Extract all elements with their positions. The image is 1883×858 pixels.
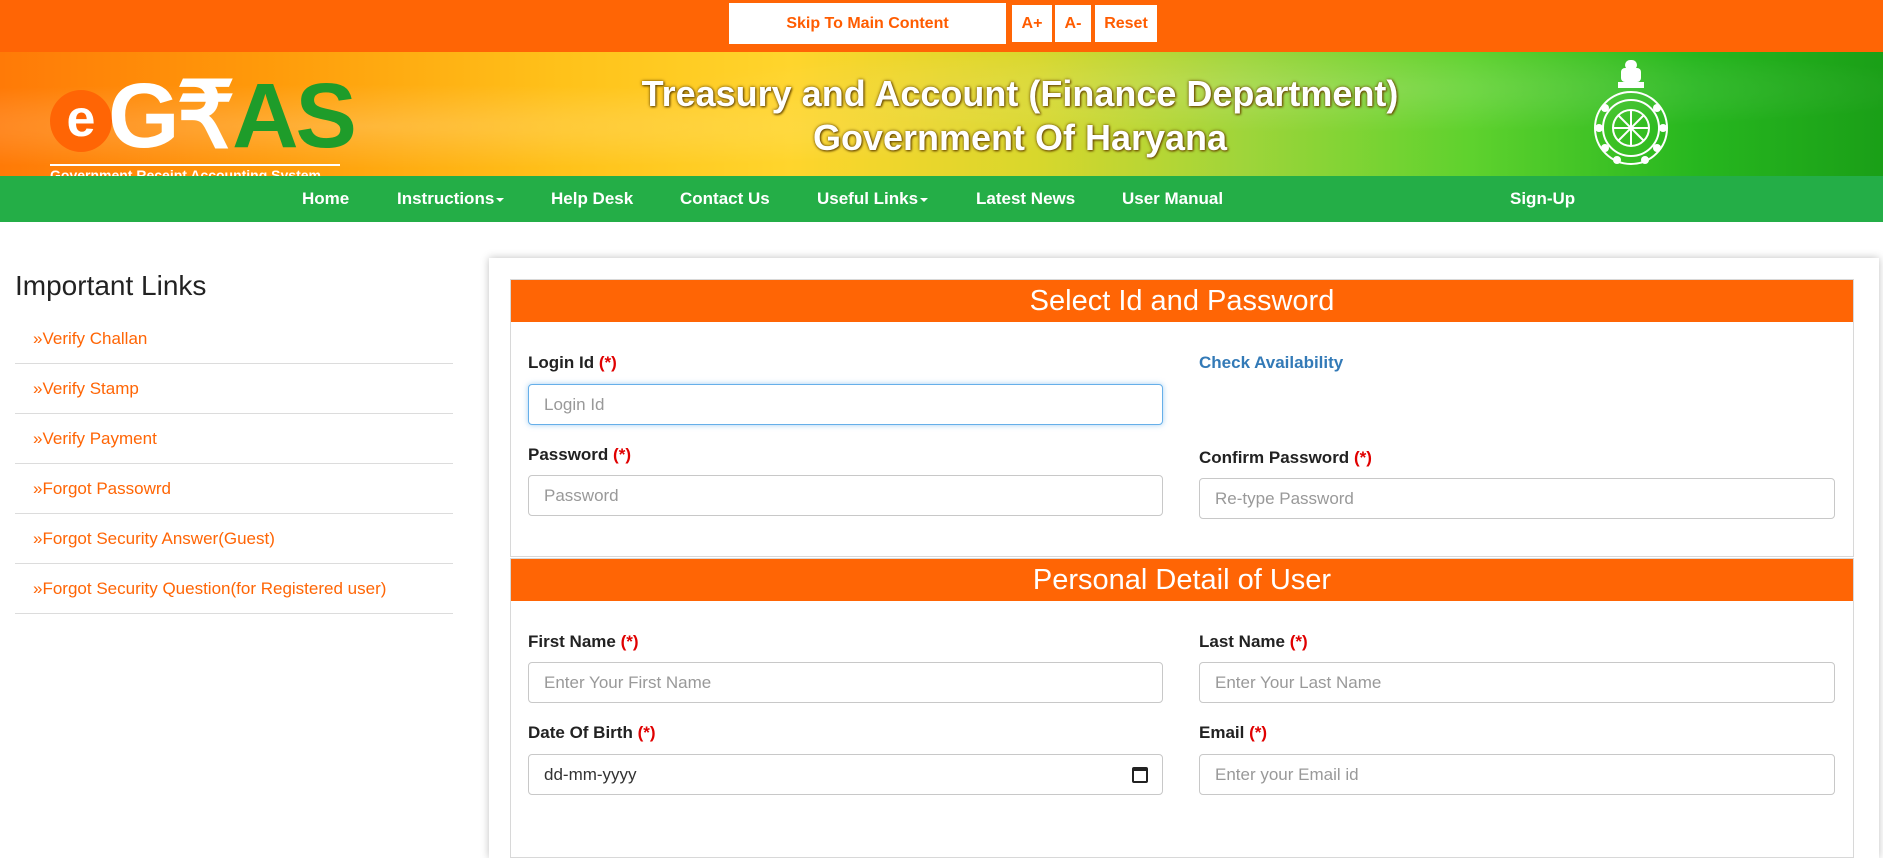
login-id-label: Login Id (*) xyxy=(528,353,617,372)
accessibility-bar: Skip To Main Content A+ A- Reset xyxy=(0,0,1883,52)
section-personal-detail: Personal Detail of User xyxy=(510,558,1854,858)
password-input[interactable]: Password xyxy=(528,475,1163,516)
first-name-input[interactable]: Enter Your First Name xyxy=(528,662,1163,703)
important-links-title: Important Links xyxy=(15,270,207,301)
logo-tagline: Government Receipt Accounting System xyxy=(50,164,340,176)
link-forgot-security-question[interactable]: »Forgot Security Question(for Registered… xyxy=(15,564,453,614)
nav-home[interactable]: Home xyxy=(302,176,349,222)
link-verify-challan[interactable]: »Verify Challan xyxy=(15,314,453,364)
last-name-label: Last Name (*) xyxy=(1199,632,1308,651)
calendar-icon[interactable] xyxy=(1132,766,1148,783)
check-availability-link[interactable]: Check Availability xyxy=(1199,353,1343,373)
egras-logo[interactable]: e G₹AS Government Receipt Accounting Sys… xyxy=(48,68,357,176)
increase-font-button[interactable]: A+ xyxy=(1012,5,1052,42)
department-title: Treasury and Account (Finance Department… xyxy=(600,72,1440,160)
password-label: Password (*) xyxy=(528,445,631,464)
nav-contact-us[interactable]: Contact Us xyxy=(680,176,770,222)
nav-help-desk[interactable]: Help Desk xyxy=(551,176,633,222)
main-nav: Home Instructions Help Desk Contact Us U… xyxy=(0,176,1883,222)
decrease-font-button[interactable]: A- xyxy=(1055,5,1091,42)
confirm-password-label: Confirm Password (*) xyxy=(1199,448,1372,467)
department-title-line1: Treasury and Account (Finance Department… xyxy=(641,73,1399,114)
section-id-password-title: Select Id and Password xyxy=(511,280,1853,322)
email-input[interactable]: Enter your Email id xyxy=(1199,754,1835,795)
reset-font-button[interactable]: Reset xyxy=(1095,5,1157,42)
header-banner: e G₹AS Government Receipt Accounting Sys… xyxy=(0,52,1883,176)
nav-latest-news[interactable]: Latest News xyxy=(976,176,1075,222)
login-id-input[interactable]: Login Id xyxy=(528,384,1163,425)
department-title-line2: Government Of Haryana xyxy=(812,117,1228,158)
link-forgot-password[interactable]: »Forgot Passowrd xyxy=(15,464,453,514)
logo-wordmark: G₹AS xyxy=(108,65,357,167)
link-verify-stamp[interactable]: »Verify Stamp xyxy=(15,364,453,414)
chevron-down-icon xyxy=(920,197,929,202)
dob-label: Date Of Birth (*) xyxy=(528,723,656,742)
first-name-label: First Name (*) xyxy=(528,632,639,651)
dob-input[interactable]: dd-mm-yyyy xyxy=(528,754,1163,795)
chevron-down-icon xyxy=(496,197,505,202)
logo-e-mark: e xyxy=(50,90,112,152)
last-name-input[interactable]: Enter Your Last Name xyxy=(1199,662,1835,703)
nav-useful-links[interactable]: Useful Links xyxy=(817,176,929,222)
nav-user-manual[interactable]: User Manual xyxy=(1122,176,1223,222)
link-forgot-security-answer[interactable]: »Forgot Security Answer(Guest) xyxy=(15,514,453,564)
email-label: Email (*) xyxy=(1199,723,1268,742)
haryana-emblem-icon xyxy=(1594,60,1668,165)
section-personal-detail-title: Personal Detail of User xyxy=(511,559,1853,601)
important-links-list: »Verify Challan »Verify Stamp »Verify Pa… xyxy=(15,314,453,614)
nav-instructions[interactable]: Instructions xyxy=(397,176,505,222)
nav-sign-up[interactable]: Sign-Up xyxy=(1510,176,1575,222)
link-verify-payment[interactable]: »Verify Payment xyxy=(15,414,453,464)
skip-to-main-content-button[interactable]: Skip To Main Content xyxy=(729,3,1006,44)
confirm-password-input[interactable]: Re-type Password xyxy=(1199,478,1835,519)
